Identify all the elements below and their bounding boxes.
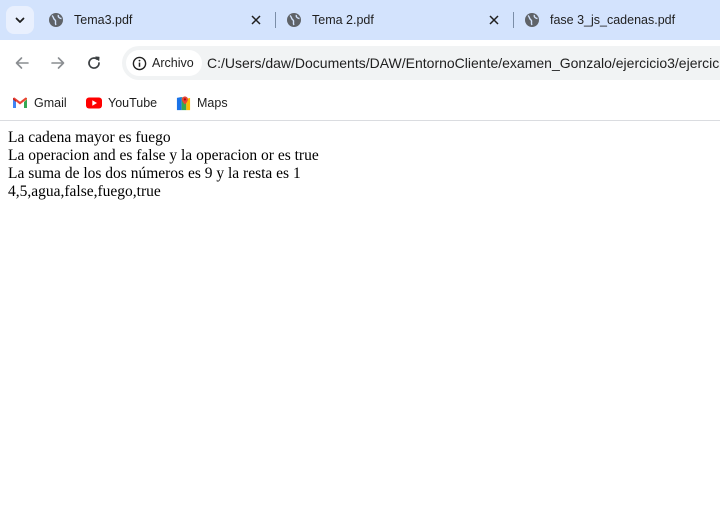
tab-title: Tema 2.pdf <box>312 13 374 27</box>
close-icon <box>251 15 261 25</box>
browser-toolbar: Archivo C:/Users/daw/Documents/DAW/Entor… <box>0 40 720 86</box>
bookmarks-bar: Gmail YouTube Maps <box>0 86 720 121</box>
arrow-right-icon <box>51 57 65 69</box>
tab-divider <box>275 12 276 28</box>
reload-button[interactable] <box>82 51 106 75</box>
tab-title: Tema3.pdf <box>74 13 133 27</box>
globe-icon <box>49 13 63 27</box>
bookmark-maps[interactable]: Maps <box>176 92 228 114</box>
tab-title: fase 3_js_cadenas.pdf <box>550 13 676 27</box>
bookmark-label: Maps <box>197 96 228 110</box>
bookmark-youtube[interactable]: YouTube <box>86 92 157 114</box>
url-text[interactable]: C:/Users/daw/Documents/DAW/EntornoClient… <box>207 46 720 80</box>
gmail-icon <box>13 97 27 108</box>
tab-tema2[interactable]: Tema 2.pdf <box>286 0 508 40</box>
site-info-label: Archivo <box>152 56 194 70</box>
bookmark-label: Gmail <box>34 96 67 110</box>
tab-search-button[interactable] <box>6 6 34 34</box>
tab-divider <box>513 12 514 28</box>
tab-tema3[interactable]: Tema3.pdf <box>48 0 270 40</box>
back-button[interactable] <box>10 51 34 75</box>
close-tab-button[interactable] <box>248 12 264 28</box>
tab-strip: Tema3.pdf Tema 2.pdf fase 3_js_cadenas.p… <box>0 0 720 40</box>
output-line: La suma de los dos números es 9 y la res… <box>8 165 301 182</box>
page-content: La cadena mayor es fuego La operacion an… <box>8 129 319 201</box>
chevron-down-icon <box>15 17 25 23</box>
bookmark-gmail[interactable]: Gmail <box>12 92 67 114</box>
tab-fase3[interactable]: fase 3_js_cadenas.pdf <box>524 0 720 40</box>
site-info-chip[interactable]: Archivo <box>126 50 202 76</box>
reload-icon <box>88 56 100 69</box>
output-line: La cadena mayor es fuego <box>8 129 171 146</box>
bookmark-label: YouTube <box>108 96 158 110</box>
output-line: La operacion and es false y la operacion… <box>8 147 319 164</box>
maps-icon <box>176 95 191 110</box>
close-icon <box>489 15 499 25</box>
address-bar[interactable]: Archivo C:/Users/daw/Documents/DAW/Entor… <box>122 46 720 80</box>
globe-icon <box>287 13 301 27</box>
output-line: 4,5,agua,false,fuego,true <box>8 183 161 200</box>
youtube-icon <box>86 97 102 109</box>
info-icon <box>132 56 147 70</box>
forward-button[interactable] <box>46 51 70 75</box>
close-tab-button[interactable] <box>486 12 502 28</box>
globe-icon <box>525 13 539 27</box>
arrow-left-icon <box>15 57 29 69</box>
